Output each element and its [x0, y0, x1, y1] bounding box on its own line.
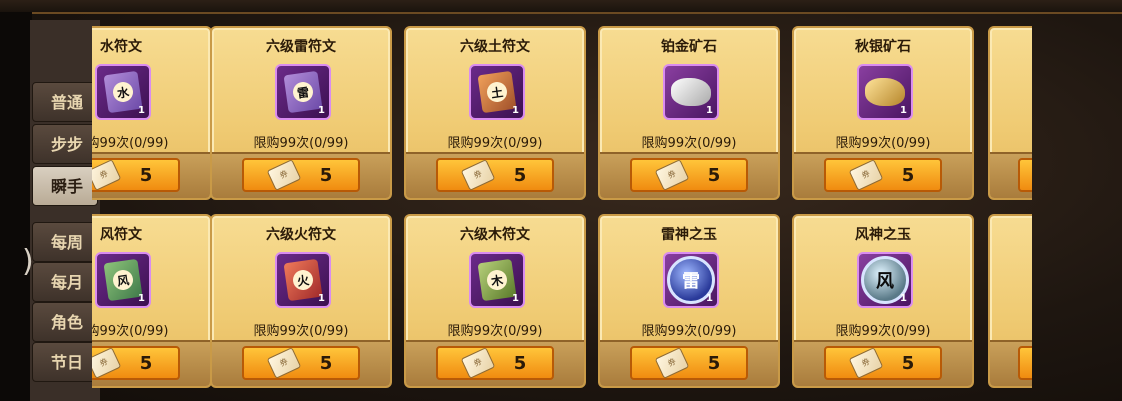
left-edge — [0, 12, 32, 401]
ticket-icon: 券 — [460, 347, 496, 379]
shop-item-card[interactable]: 六级土符文 土 1 限购99次(0/99) 券 5 — [404, 26, 586, 200]
sidebar-tab-4[interactable]: 每周 — [32, 222, 98, 262]
item-name: 风神之玉 — [855, 227, 911, 243]
purchase-limit: 限购99次(0/99) — [835, 324, 931, 339]
buy-button[interactable]: 券 5 — [242, 158, 360, 192]
wind-jade-icon: 风 1 — [857, 252, 913, 308]
sidebar-tab-1[interactable]: 普通 — [32, 82, 98, 122]
sidebar-tab-5[interactable]: 每月 — [32, 262, 98, 302]
buy-button[interactable]: 券 5 — [242, 346, 360, 380]
ticket-icon: 券 — [654, 347, 690, 379]
purchase-limit: 限购99次(0/99) — [253, 136, 349, 151]
wood-rune-icon: 木 1 — [469, 252, 525, 308]
price: 5 — [319, 352, 333, 374]
price: 5 — [513, 164, 527, 186]
price: 5 — [707, 164, 721, 186]
buy-button[interactable]: 券 5 — [630, 158, 748, 192]
buy-button[interactable] — [1018, 346, 1032, 380]
wind-rune-icon: 风 1 — [95, 252, 151, 308]
shop-grid: 水符文 水 1 限购99次(0/99) 券 5 六级雷符文 雷 1 限购99次(… — [92, 26, 1032, 401]
shop-item-card[interactable]: 风符文 风 1 限购99次(0/99) 券 5 — [92, 214, 212, 388]
sidebar-tab-3[interactable]: 瞬手 — [32, 166, 98, 206]
shop-item-card[interactable]: 六级火符文 火 1 限购99次(0/99) 券 5 — [210, 214, 392, 388]
item-name: 水符文 — [100, 39, 142, 55]
buy-button[interactable]: 券 5 — [824, 158, 942, 192]
earth-rune-icon: 土 1 — [469, 64, 525, 120]
purchase-limit: 限购99次(0/99) — [92, 136, 169, 151]
buy-button[interactable]: 券 5 — [92, 158, 180, 192]
buy-button[interactable] — [1018, 158, 1032, 192]
purchase-limit: 限购99次(0/99) — [835, 136, 931, 151]
autumn-silver-ore-icon: 1 — [857, 64, 913, 120]
shop-item-card[interactable]: 雷神之玉 雷 1 限购99次(0/99) 券 5 — [598, 214, 780, 388]
ticket-icon: 券 — [848, 347, 884, 379]
shop-item-card-partial[interactable] — [988, 26, 1032, 200]
top-bar — [0, 0, 1122, 14]
item-name: 风符文 — [100, 227, 142, 243]
sidebar-collapse-icon[interactable]: ) — [22, 242, 34, 282]
ticket-icon: 券 — [460, 159, 496, 191]
thunder-rune-icon: 雷 1 — [275, 64, 331, 120]
shop-item-card[interactable]: 秋银矿石 1 限购99次(0/99) 券 5 — [792, 26, 974, 200]
item-name: 雷神之玉 — [661, 227, 717, 243]
purchase-limit: 限购99次(0/99) — [641, 324, 737, 339]
purchase-limit: 限购99次(0/99) — [447, 136, 543, 151]
thunder-jade-icon: 雷 1 — [663, 252, 719, 308]
price: 5 — [139, 352, 153, 374]
purchase-limit: 限购99次(0/99) — [92, 324, 169, 339]
ticket-icon: 券 — [92, 159, 122, 191]
platinum-ore-icon: 1 — [663, 64, 719, 120]
sidebar-tab-7[interactable]: 节日 — [32, 342, 98, 382]
buy-button[interactable]: 券 5 — [824, 346, 942, 380]
item-name: 六级木符文 — [460, 227, 530, 243]
price: 5 — [707, 352, 721, 374]
ticket-icon: 券 — [654, 159, 690, 191]
shop-item-card[interactable]: 水符文 水 1 限购99次(0/99) 券 5 — [92, 26, 212, 200]
item-name: 六级雷符文 — [266, 39, 336, 55]
sidebar-tab-6[interactable]: 角色 — [32, 302, 98, 342]
fire-rune-icon: 火 1 — [275, 252, 331, 308]
shop-item-card[interactable]: 风神之玉 风 1 限购99次(0/99) 券 5 — [792, 214, 974, 388]
purchase-limit: 限购99次(0/99) — [447, 324, 543, 339]
item-name: 六级土符文 — [460, 39, 530, 55]
price: 5 — [319, 164, 333, 186]
buy-button[interactable]: 券 5 — [630, 346, 748, 380]
price: 5 — [901, 164, 915, 186]
ticket-icon: 券 — [266, 159, 302, 191]
buy-button[interactable]: 券 5 — [92, 346, 180, 380]
ticket-icon: 券 — [266, 347, 302, 379]
price: 5 — [139, 164, 153, 186]
buy-button[interactable]: 券 5 — [436, 158, 554, 192]
item-name: 六级火符文 — [266, 227, 336, 243]
shop-item-card[interactable]: 六级雷符文 雷 1 限购99次(0/99) 券 5 — [210, 26, 392, 200]
shop-item-card-partial[interactable] — [988, 214, 1032, 388]
purchase-limit: 限购99次(0/99) — [253, 324, 349, 339]
price: 5 — [901, 352, 915, 374]
ticket-icon: 券 — [92, 347, 122, 379]
item-name: 秋银矿石 — [855, 39, 911, 55]
water-rune-icon: 水 1 — [95, 64, 151, 120]
item-name: 铂金矿石 — [661, 39, 717, 55]
purchase-limit: 限购99次(0/99) — [641, 136, 737, 151]
shop-item-card[interactable]: 铂金矿石 1 限购99次(0/99) 券 5 — [598, 26, 780, 200]
sidebar-tab-2[interactable]: 步步 — [32, 124, 98, 164]
shop-item-card[interactable]: 六级木符文 木 1 限购99次(0/99) 券 5 — [404, 214, 586, 388]
buy-button[interactable]: 券 5 — [436, 346, 554, 380]
ticket-icon: 券 — [848, 159, 884, 191]
price: 5 — [513, 352, 527, 374]
